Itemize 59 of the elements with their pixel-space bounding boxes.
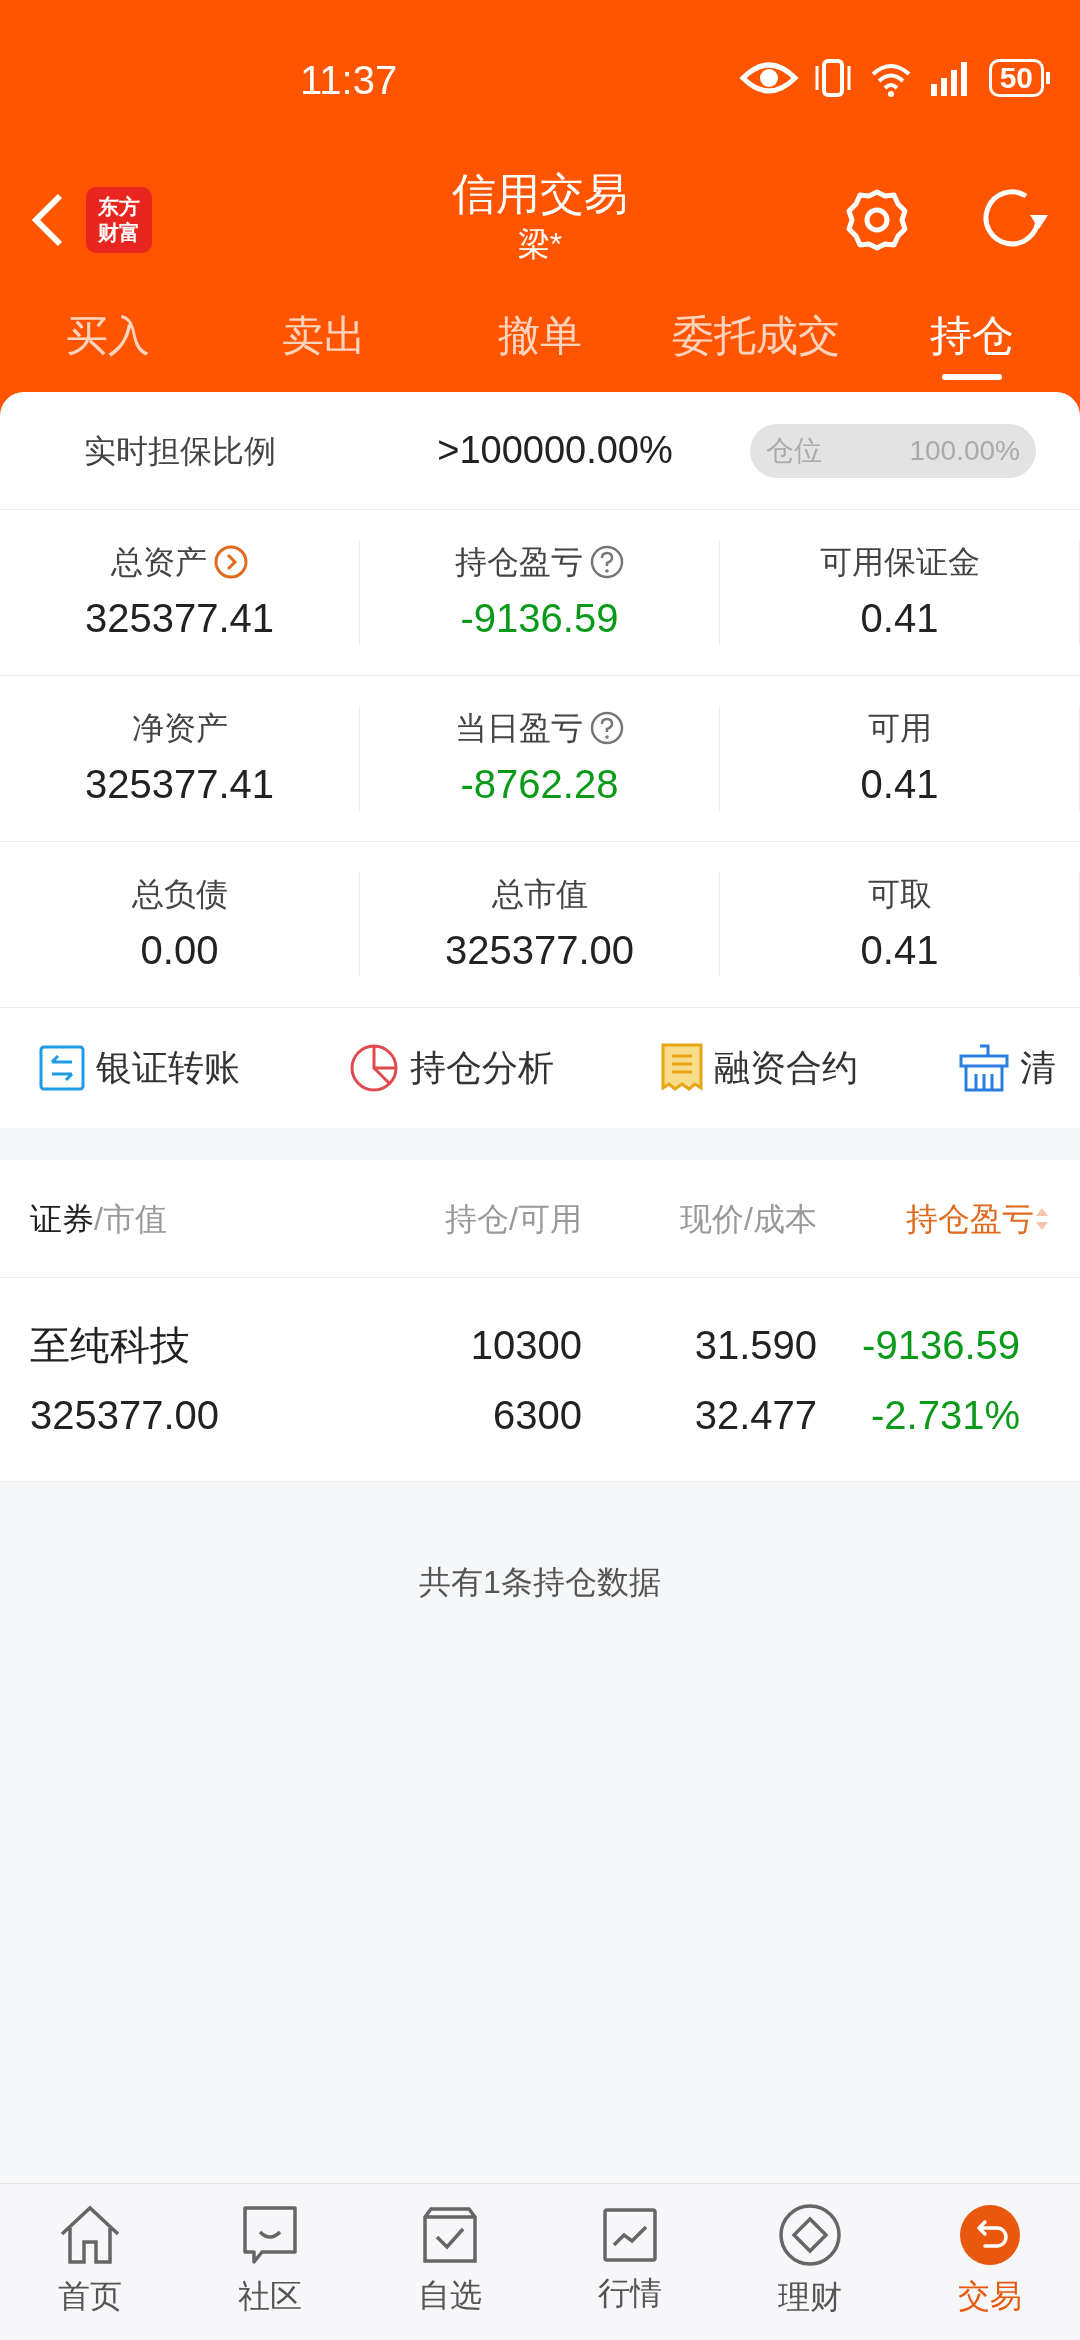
metric-label: 可用保证金 [819,542,980,582]
table-cell-text: 6300 [492,1391,582,1439]
nav-tab[interactable]: 行情 [540,2207,720,2317]
metric-value: 325377.41 [84,760,275,808]
table-cell-text: 10300 [469,1321,582,1369]
table-cell-text: 325377.00 [30,1391,221,1439]
action-button[interactable]: 持仓分析 [310,1041,622,1095]
chevron-circle-icon[interactable] [212,543,249,580]
checkbox-icon [421,2205,479,2265]
holdings-count: 共有1条持仓数据 [419,1563,661,1602]
ratio-value: >100000.00% [436,428,674,473]
column-header[interactable]: 证券/市值 [0,1194,400,1243]
holding-row[interactable]: 至纯科技 325377.00 10300 6300 31.590 32.477 -9136.59 -2.731% [0,1278,1080,1482]
nav-tab[interactable]: 社区 [180,2204,360,2320]
metric-label: 总资产 [110,542,207,582]
home-icon [58,2204,122,2266]
transfer-icon [38,1044,86,1092]
return-icon [959,2204,1021,2266]
chat-icon [240,2204,300,2266]
eye-icon [738,60,799,96]
app-logo: 东方 财富 [86,187,152,253]
metric-label: 持仓盈亏 [454,542,583,582]
pie-chart-icon [348,1042,400,1094]
help-icon[interactable] [588,709,625,746]
line-chart-icon [602,2207,658,2263]
metric-label: 总负债 [131,874,228,914]
position-pill: 仓位 100.00% [750,423,1036,478]
ratio-label: 实时担保比例 [83,431,277,471]
metric-label: 净资产 [131,708,228,748]
metric-value: 0.41 [860,760,939,808]
table-cell-text: -2.731% [870,1391,1020,1439]
nav-tab[interactable]: 自选 [360,2205,540,2319]
table-cell-text: 31.590 [693,1321,817,1369]
page-title: 信用交易 [452,168,628,220]
table-cell-text: 32.477 [693,1391,817,1439]
table-cell-text: 至纯科技 [30,1321,191,1369]
basket-icon [958,1042,1010,1094]
metric-value: 325377.41 [84,594,275,642]
metric-value: -9136.59 [460,594,619,642]
metric-value: -8762.28 [460,760,619,808]
action-button[interactable]: 银证转账 [0,1041,310,1095]
settings-icon[interactable] [844,187,910,253]
help-icon[interactable] [588,543,625,580]
action-button[interactable]: 清 [920,1041,1080,1095]
metric-label: 总市值 [491,874,588,914]
receipt-icon [660,1042,704,1094]
nav-tab[interactable]: 理财 [720,2203,900,2321]
account-name: 梁* [517,225,563,264]
metric-label: 可用 [867,708,932,748]
metric-value: 325377.00 [444,926,635,974]
table-cell-text: -9136.59 [861,1321,1020,1369]
action-button[interactable]: 融资合约 [622,1041,920,1095]
metric-label: 可取 [867,874,932,914]
metric-value: 0.41 [860,926,939,974]
nav-tab[interactable]: 首页 [0,2204,180,2320]
metric-value: 0.00 [140,926,219,974]
metric-label: 当日盈亏 [454,708,583,748]
status-time: 11:37 [300,57,398,104]
metric-value: 0.41 [860,594,939,642]
